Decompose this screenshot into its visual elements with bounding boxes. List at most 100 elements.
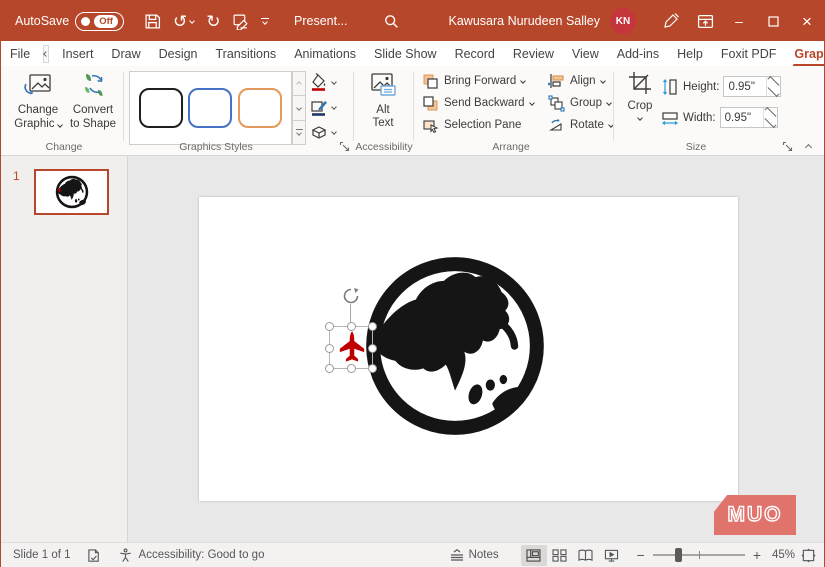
gallery-scroll-up[interactable] bbox=[292, 71, 306, 97]
editing-pen-icon[interactable] bbox=[654, 1, 688, 41]
tab-draw[interactable]: Draw bbox=[102, 43, 149, 65]
tab-scroll-left[interactable] bbox=[43, 44, 50, 63]
spell-check-icon[interactable] bbox=[87, 548, 102, 563]
width-decrement-icon[interactable] bbox=[764, 116, 777, 129]
tab-insert[interactable]: Insert bbox=[53, 43, 102, 65]
tab-animations[interactable]: Animations bbox=[285, 43, 365, 65]
quick-access-toolbar: ↺ ↻ bbox=[144, 13, 270, 30]
align-button[interactable]: Align bbox=[548, 70, 613, 92]
minimize-button[interactable]: – bbox=[722, 1, 756, 41]
selection-handle-e[interactable] bbox=[368, 344, 377, 353]
maximize-button[interactable] bbox=[756, 1, 790, 41]
crop-button[interactable]: Crop bbox=[621, 70, 659, 122]
slide-indicator[interactable]: Slide 1 of 1 bbox=[13, 549, 71, 561]
change-graphic-button[interactable]: Change Graphic bbox=[13, 70, 63, 132]
align-dropdown-icon[interactable] bbox=[599, 78, 606, 84]
graphics-effects-button[interactable] bbox=[310, 121, 337, 143]
rotate-button[interactable]: Rotate bbox=[548, 114, 614, 136]
graphics-fill-dropdown-icon[interactable] bbox=[331, 79, 337, 85]
undo-button[interactable]: ↺ bbox=[173, 13, 196, 30]
tab-record[interactable]: Record bbox=[446, 43, 504, 65]
fit-to-window-icon[interactable] bbox=[801, 547, 816, 563]
selection-handle-se[interactable] bbox=[368, 364, 377, 373]
user-name[interactable]: Kawusara Nurudeen Salley bbox=[449, 14, 600, 28]
airplane-selection-box[interactable] bbox=[325, 322, 377, 373]
graphics-style-orange[interactable] bbox=[238, 88, 283, 128]
document-title[interactable]: Present... bbox=[294, 1, 348, 41]
selection-handle-n[interactable] bbox=[347, 322, 356, 331]
selection-pane-button[interactable]: Selection Pane bbox=[422, 114, 534, 136]
customize-toolbar-icon[interactable] bbox=[261, 17, 270, 26]
tab-file[interactable]: File bbox=[1, 43, 39, 65]
globe-graphic[interactable] bbox=[362, 253, 548, 439]
autosave-toggle[interactable]: AutoSave Off bbox=[15, 11, 124, 31]
close-button[interactable]: × bbox=[790, 1, 824, 41]
airplane-graphic[interactable] bbox=[333, 329, 371, 367]
slide-show-button[interactable] bbox=[599, 545, 625, 566]
bring-forward-button[interactable]: Bring Forward bbox=[422, 70, 534, 92]
undo-dropdown-icon[interactable] bbox=[189, 18, 196, 24]
ribbon-tab-row: File Insert Draw Design Transitions Anim… bbox=[1, 41, 825, 67]
bring-forward-label: Bring Forward bbox=[444, 75, 517, 87]
tab-review[interactable]: Review bbox=[504, 43, 563, 65]
zoom-slider[interactable] bbox=[652, 548, 745, 562]
ribbon-display-options-icon[interactable] bbox=[688, 1, 722, 41]
selection-handle-ne[interactable] bbox=[368, 322, 377, 331]
group-dropdown-icon[interactable] bbox=[606, 100, 612, 106]
normal-view-button[interactable] bbox=[520, 544, 547, 566]
reading-view-button[interactable] bbox=[573, 545, 599, 566]
tab-help[interactable]: Help bbox=[668, 43, 712, 65]
alt-text-button[interactable]: Alt Text bbox=[361, 70, 405, 131]
zoom-out-button[interactable]: − bbox=[637, 547, 645, 563]
zoom-slider-handle[interactable] bbox=[674, 548, 682, 562]
tab-add-ins[interactable]: Add-ins bbox=[608, 43, 668, 65]
convert-to-shape-button[interactable]: Convert to Shape bbox=[67, 70, 119, 132]
autosave-pill[interactable]: Off bbox=[75, 11, 124, 31]
selection-handle-nw[interactable] bbox=[325, 322, 334, 331]
gallery-more-button[interactable] bbox=[292, 120, 306, 145]
save-icon[interactable] bbox=[144, 13, 161, 30]
size-dialog-launcher[interactable] bbox=[782, 141, 794, 153]
preview-icon[interactable] bbox=[232, 13, 249, 30]
accessibility-group-label: Accessibility bbox=[355, 141, 413, 153]
group-button[interactable]: Group bbox=[548, 92, 613, 114]
slide-thumbnail[interactable] bbox=[34, 169, 109, 215]
selection-handle-s[interactable] bbox=[347, 364, 356, 373]
height-input[interactable] bbox=[724, 77, 767, 96]
search-icon[interactable] bbox=[384, 14, 399, 29]
gallery-scroll-down[interactable] bbox=[292, 96, 306, 121]
bring-forward-dropdown-icon[interactable] bbox=[520, 78, 527, 84]
tab-slide-show[interactable]: Slide Show bbox=[365, 43, 446, 65]
graphics-style-black[interactable] bbox=[138, 88, 183, 128]
send-backward-button[interactable]: Send Backward bbox=[422, 92, 535, 114]
tab-view[interactable]: View bbox=[563, 43, 608, 65]
width-input[interactable] bbox=[720, 108, 763, 127]
tab-transitions[interactable]: Transitions bbox=[207, 43, 286, 65]
notes-label: Notes bbox=[468, 549, 499, 561]
redo-icon[interactable]: ↻ bbox=[206, 13, 220, 30]
zoom-level[interactable]: 45% bbox=[761, 549, 795, 561]
height-decrement-icon[interactable] bbox=[767, 85, 780, 98]
accessibility-checker[interactable]: Accessibility: Good to go bbox=[118, 547, 264, 563]
selection-handle-w[interactable] bbox=[325, 344, 334, 353]
graphics-style-blue[interactable] bbox=[188, 88, 233, 128]
crop-dropdown-icon[interactable] bbox=[637, 115, 643, 122]
zoom-in-button[interactable]: + bbox=[753, 547, 761, 563]
tab-foxit-pdf[interactable]: Foxit PDF bbox=[712, 43, 786, 65]
notes-toggle[interactable]: Notes bbox=[442, 543, 507, 567]
graphics-fill-button[interactable] bbox=[310, 71, 337, 93]
slide[interactable]: MUO bbox=[199, 197, 796, 535]
slide-sorter-view-button[interactable] bbox=[547, 545, 573, 566]
graphics-outline-dropdown-icon[interactable] bbox=[331, 104, 337, 110]
rotate-handle-icon[interactable] bbox=[342, 287, 360, 305]
selection-handle-sw[interactable] bbox=[325, 364, 334, 373]
graphics-outline-button[interactable] bbox=[310, 96, 337, 118]
selection-pane-label: Selection Pane bbox=[444, 119, 522, 131]
collapse-ribbon-icon[interactable] bbox=[804, 139, 818, 152]
avatar[interactable]: KN bbox=[610, 8, 636, 34]
tab-graphics-format[interactable]: Graphics Format bbox=[785, 43, 825, 67]
tab-design[interactable]: Design bbox=[150, 43, 207, 65]
graphics-effects-dropdown-icon[interactable] bbox=[331, 129, 337, 135]
send-backward-dropdown-icon[interactable] bbox=[528, 100, 535, 106]
width-row: Width: bbox=[661, 106, 778, 129]
